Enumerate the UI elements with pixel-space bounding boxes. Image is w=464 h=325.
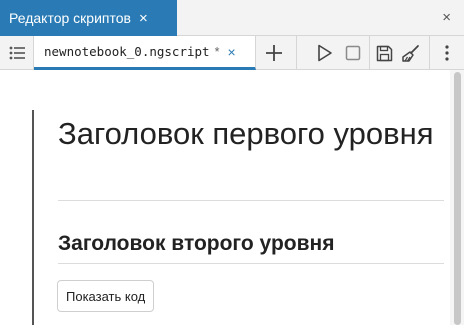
file-tab-name: newnotebook_0.ngscript — [44, 44, 210, 59]
heading-level-1: Заголовок первого уровня — [58, 116, 434, 151]
brush-icon[interactable] — [396, 36, 424, 70]
scrollbar-thumb[interactable] — [454, 72, 461, 325]
stop-icon[interactable] — [339, 36, 367, 70]
panel-header: Редактор скриптов × × — [0, 0, 464, 36]
list-icon[interactable] — [0, 36, 34, 70]
file-tab-close-icon[interactable]: × — [227, 44, 235, 60]
cell-selection-bar — [32, 110, 34, 325]
save-icon[interactable] — [370, 36, 398, 70]
show-code-button[interactable]: Показать код — [57, 280, 155, 312]
panel-tab-script-editor[interactable]: Редактор скриптов × — [0, 0, 177, 36]
heading-level-2: Заголовок второго уровня — [58, 232, 335, 255]
toolbar-divider — [429, 36, 430, 70]
panel-tab-close-icon[interactable]: × — [139, 11, 148, 26]
heading-2-divider — [58, 263, 444, 264]
panel-close-icon[interactable]: × — [442, 9, 451, 26]
more-vertical-icon[interactable] — [433, 36, 461, 70]
file-tab[interactable]: newnotebook_0.ngscript * × — [34, 36, 256, 70]
notebook-content: Заголовок первого уровня Заголовок второ… — [0, 70, 464, 325]
toolbar-divider — [296, 36, 297, 70]
scrollbar[interactable] — [450, 70, 464, 325]
modified-marker: * — [214, 44, 220, 59]
plus-icon[interactable] — [260, 36, 288, 70]
play-icon[interactable] — [311, 36, 339, 70]
heading-1-divider — [58, 200, 444, 201]
editor-toolbar: newnotebook_0.ngscript * × — [0, 36, 464, 70]
panel-tab-title: Редактор скриптов — [9, 10, 131, 26]
